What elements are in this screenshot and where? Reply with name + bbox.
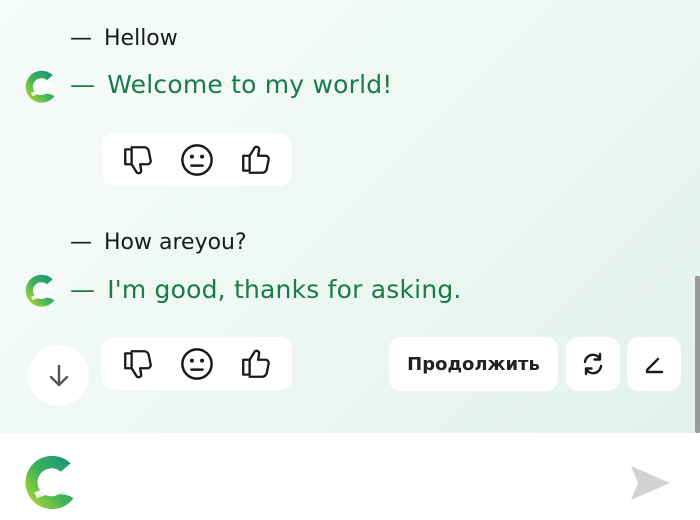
neutral-button[interactable] xyxy=(177,344,217,384)
thumbs-up-icon xyxy=(239,143,273,177)
send-button[interactable] xyxy=(628,463,672,503)
thumbs-up-button[interactable] xyxy=(236,344,276,384)
bot-message: — Welcome to my world! xyxy=(70,70,393,99)
bot-message-text: I'm good, thanks for asking. xyxy=(107,275,462,304)
chat-area: — Hellow — Welcome to my world! — How ar… xyxy=(0,0,700,433)
user-message: — Hellow xyxy=(70,26,178,51)
bot-avatar-icon xyxy=(20,66,62,108)
thumbs-down-button[interactable] xyxy=(118,344,158,384)
scrollbar[interactable] xyxy=(695,276,700,433)
message-dash: — xyxy=(70,230,92,255)
scroll-down-button[interactable] xyxy=(28,345,89,406)
thumbs-down-icon xyxy=(121,347,155,381)
thumbs-up-icon xyxy=(239,347,273,381)
continue-button[interactable]: Продолжить xyxy=(389,337,558,391)
neutral-face-icon xyxy=(179,346,215,382)
pen-icon xyxy=(645,357,664,374)
message-dash: — xyxy=(70,26,92,51)
regenerate-button[interactable] xyxy=(566,337,620,391)
neutral-face-icon xyxy=(179,142,215,178)
edit-button[interactable] xyxy=(627,337,681,391)
bot-message: — I'm good, thanks for asking. xyxy=(70,275,462,304)
send-icon xyxy=(631,466,670,500)
message-dash: — xyxy=(70,70,96,99)
neutral-button[interactable] xyxy=(177,140,217,180)
thumbs-down-icon xyxy=(121,143,155,177)
message-dash: — xyxy=(70,275,96,304)
bot-avatar-icon xyxy=(20,270,62,312)
thumbs-down-button[interactable] xyxy=(118,140,158,180)
feedback-bar xyxy=(102,337,292,390)
feedback-bar xyxy=(102,133,292,186)
input-bar[interactable] xyxy=(0,433,700,520)
arrow-down-icon xyxy=(49,364,68,386)
user-message-text: How areyou? xyxy=(104,230,247,255)
user-message-text: Hellow xyxy=(104,26,178,51)
app-logo-icon xyxy=(16,448,86,518)
refresh-icon xyxy=(583,352,603,376)
thumbs-up-button[interactable] xyxy=(236,140,276,180)
bot-message-text: Welcome to my world! xyxy=(107,70,393,99)
user-message: — How areyou? xyxy=(70,230,247,255)
